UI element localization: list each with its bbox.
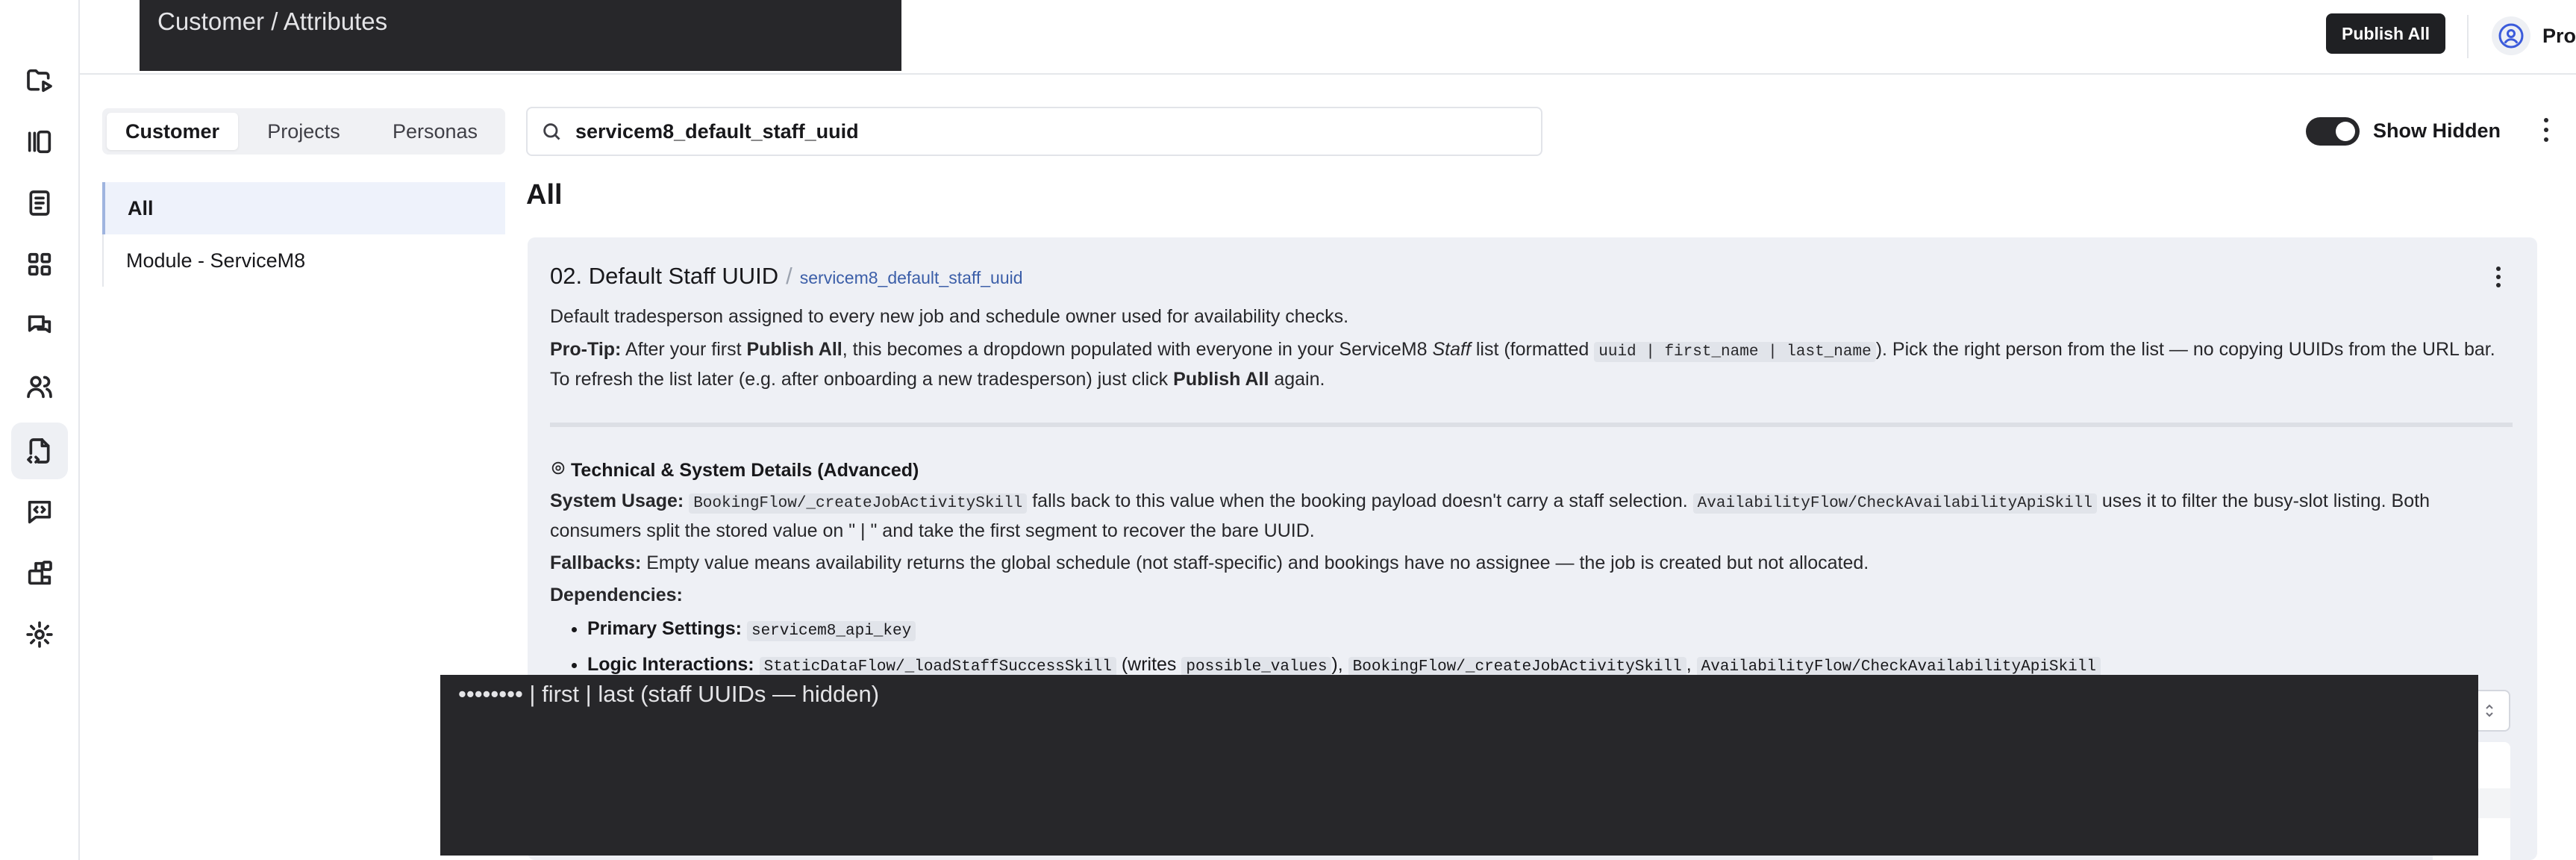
pro-tip-text: again. [1274,369,1325,390]
code-ref: AvailabilityFlow/CheckAvailabilityApiSki… [1696,657,2101,677]
show-hidden-toggle[interactable] [2306,117,2360,146]
search-icon [543,123,560,140]
card-more-icon[interactable] [2489,264,2507,290]
code-ref: StaticDataFlow/_loadStaffSuccessSkill [759,657,1116,677]
logic-text: , [1686,654,1692,675]
system-usage-text: falls back to this value when the bookin… [1032,490,1688,511]
search-input[interactable] [575,119,1471,143]
message-code-icon [28,500,51,524]
blocks-icon [28,561,52,585]
file-script-icon [27,438,50,464]
logic-text: (writes [1121,654,1177,675]
dependencies-list: Primary Settings: servicem8_api_key Logi… [550,612,2513,684]
system-usage: System Usage: BookingFlow/_createJobActi… [550,487,2513,545]
rail-item-attributes[interactable] [11,423,68,479]
chat-icon [28,315,51,334]
fallbacks: Fallbacks: Empty value means availabilit… [550,549,2513,577]
fallbacks-text: Empty value means availability returns t… [646,552,1869,573]
rail-item-media[interactable] [11,52,68,109]
pro-tip-code: uuid | first_name | last_name [1594,342,1876,362]
library-icon [28,130,51,154]
gear-icon [550,460,566,482]
dependencies-label-text: Dependencies: [550,585,683,605]
rail-item-users[interactable] [11,358,68,415]
nav-item-all[interactable]: All [102,182,505,234]
pro-tip-text: list (formatted [1475,339,1589,360]
logic-interactions-label: Logic Interactions: [587,654,754,675]
technical-details: Technical & System Details (Advanced) Sy… [550,460,2513,684]
rail-item-integrations[interactable] [11,545,68,602]
pro-tip-label: Pro-Tip: [550,339,622,360]
card-title: 02. Default Staff UUID / servicem8_defau… [550,263,1023,290]
toggle-knob [2336,122,2355,141]
code-ref: AvailabilityFlow/CheckAvailabilityApiSki… [1692,493,2097,514]
rail-item-docs[interactable] [11,175,68,231]
code-ref: BookingFlow/_createJobActivitySkill [689,493,1028,514]
grid-icon [28,252,51,276]
rail-item-apps[interactable] [11,236,68,293]
attribute-key: servicem8_default_staff_uuid [799,268,1023,287]
nav-item-module-servicem8[interactable]: Module - ServiceM8 [102,234,505,287]
tab-projects[interactable]: Projects [238,113,369,150]
fallbacks-label: Fallbacks: [550,552,642,573]
tab-personas[interactable]: Personas [369,113,501,150]
users-icon [27,376,52,399]
code-ref: BookingFlow/_createJobActivitySkill [1348,657,1686,677]
rail-item-library[interactable] [11,113,68,170]
entity-tabs: Customer Projects Personas [102,108,505,155]
category-nav: All Module - ServiceM8 [102,182,505,287]
breadcrumb: Customer / Attributes [140,0,901,71]
attribute-description: Default tradesperson assigned to every n… [550,306,1349,327]
logic-text: ), [1331,654,1343,675]
pro-tip-text: After your first [625,339,742,360]
profile-menu[interactable]: Profile [2492,15,2576,57]
technical-heading-text: Technical & System Details (Advanced) [571,460,919,481]
folder-play-icon [27,69,52,93]
profile-label: Profile [2542,24,2576,47]
list-item: Primary Settings: servicem8_api_key [587,612,2513,648]
pro-tip-text: , this becomes a dropdown populated with… [842,339,1428,360]
rail-item-settings[interactable] [11,606,68,663]
code-ref: possible_values [1181,657,1332,677]
show-hidden-label: Show Hidden [2373,119,2501,142]
app-root: Customer / Attributes Publish All Profil… [0,0,2576,860]
user-circle-icon [2498,23,2524,49]
settings-icon [26,621,53,648]
chevron-up-down-icon [2486,704,2493,717]
pro-tip-bold: Publish All [746,339,842,360]
pro-tip-bold: Publish All [1173,369,1269,390]
primary-settings-label: Primary Settings: [587,618,743,639]
technical-details-heading[interactable]: Technical & System Details (Advanced) [550,460,2513,482]
top-header: Customer / Attributes Publish All Profil… [80,0,2576,75]
pro-tip-italic: Staff [1432,339,1471,360]
divider [550,423,2513,427]
staff-value-overlay: •••••••• | first | last (staff UUIDs — h… [440,675,2478,856]
header-divider [2467,15,2469,58]
rail-item-code-messages[interactable] [11,484,68,540]
rail-item-conversations[interactable] [11,297,68,354]
icon-rail [0,0,80,860]
title-separator: / [786,263,793,289]
system-usage-label: System Usage: [550,490,684,511]
attribute-name: 02. Default Staff UUID [550,263,779,289]
section-heading: All [526,179,563,211]
tab-customer[interactable]: Customer [107,113,238,150]
more-options-icon[interactable] [2537,115,2555,145]
dependencies-label: Dependencies: [550,582,2513,609]
pro-tip: Pro-Tip: After your first Publish All, t… [550,336,2513,393]
avatar [2492,16,2530,55]
code-ref: servicem8_api_key [746,621,916,641]
search-box [526,107,1542,156]
book-icon [29,190,50,216]
publish-all-button[interactable]: Publish All [2326,13,2445,54]
